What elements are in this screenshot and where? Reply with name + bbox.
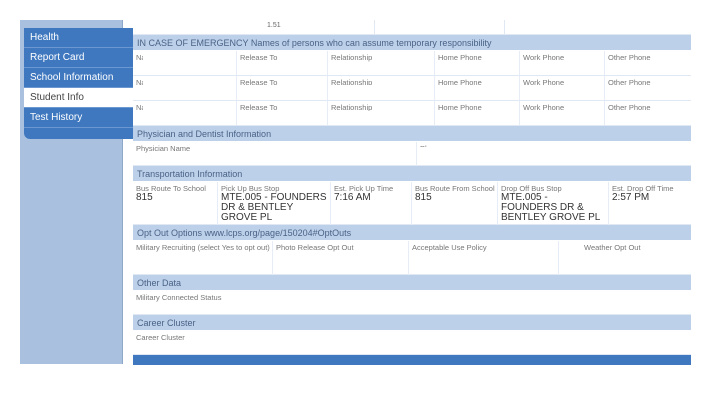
sidebar-nav: Health Report Card School Information St… xyxy=(24,28,140,139)
weather-opt-out-label: Weather Opt Out xyxy=(584,243,641,252)
sidebar-item-test-history[interactable]: Test History xyxy=(24,108,140,128)
physician-section-header: Physician and Dentist Information xyxy=(133,126,691,142)
pickup-stop-value: MTE.005 - FOUNDERS DR & BENTLEY GROVE PL xyxy=(221,192,327,223)
career-cluster-section-header: Career Cluster xyxy=(133,315,691,331)
other-data-row: Military Connected Status xyxy=(133,291,691,315)
table-row: Name Release To Relationship Home Phone … xyxy=(133,76,691,101)
panel-footer-bar xyxy=(133,355,691,365)
sidebar-item-school-information[interactable]: School Information xyxy=(24,68,140,88)
physician-name-label: Physician Name xyxy=(136,144,191,153)
other-data-section-header: Other Data xyxy=(133,275,691,291)
sidebar-item-student-info[interactable]: Student Info xyxy=(24,88,140,108)
dropoff-time-value: 2:57 PM xyxy=(612,192,650,203)
sidebar-item-health[interactable]: Health xyxy=(24,28,140,48)
career-cluster-label: Career Cluster xyxy=(136,333,185,342)
previous-value: 1.51 xyxy=(267,22,281,29)
dropoff-stop-value: MTE.005 - FOUNDERS DR & BENTLEY GROVE PL xyxy=(501,192,601,223)
opt-out-section-header: Opt Out Options www.lcps.org/page/150204… xyxy=(133,225,691,241)
transportation-section-header: Transportation Information xyxy=(133,166,691,182)
bus-route-to-value: 815 xyxy=(136,192,153,203)
table-row: Name Release To Relationship Home Phone … xyxy=(133,51,691,76)
acceptable-use-label: Acceptable Use Policy xyxy=(412,243,487,252)
photo-release-label: Photo Release Opt Out xyxy=(276,243,354,252)
sidebar-item-report-card[interactable]: Report Card xyxy=(24,48,140,68)
bus-route-from-value: 815 xyxy=(415,192,432,203)
student-info-panel: 1.51 IN CASE OF EMERGENCY Names of perso… xyxy=(133,20,691,365)
pickup-time-value: 7:16 AM xyxy=(334,192,371,203)
career-cluster-row: Career Cluster xyxy=(133,331,691,355)
sidebar-nav-footer xyxy=(24,128,140,139)
previous-section-row: 1.51 xyxy=(133,20,691,35)
table-row: Name Release To Relationship Home Phone … xyxy=(133,101,691,126)
physician-row: Physician Name Phone xyxy=(133,142,691,166)
emergency-contacts: Name Release To Relationship Home Phone … xyxy=(133,51,691,126)
sidebar: Health Report Card School Information St… xyxy=(20,20,140,364)
military-connected-label: Military Connected Status xyxy=(136,293,222,302)
opt-out-row: Military Recruiting (select Yes to opt o… xyxy=(133,241,691,275)
transportation-row: Bus Route To School 815 Pick Up Bus Stop… xyxy=(133,182,691,225)
emergency-section-header: IN CASE OF EMERGENCY Names of persons wh… xyxy=(133,35,691,51)
military-recruiting-label: Military Recruiting (select Yes to opt o… xyxy=(136,243,270,252)
